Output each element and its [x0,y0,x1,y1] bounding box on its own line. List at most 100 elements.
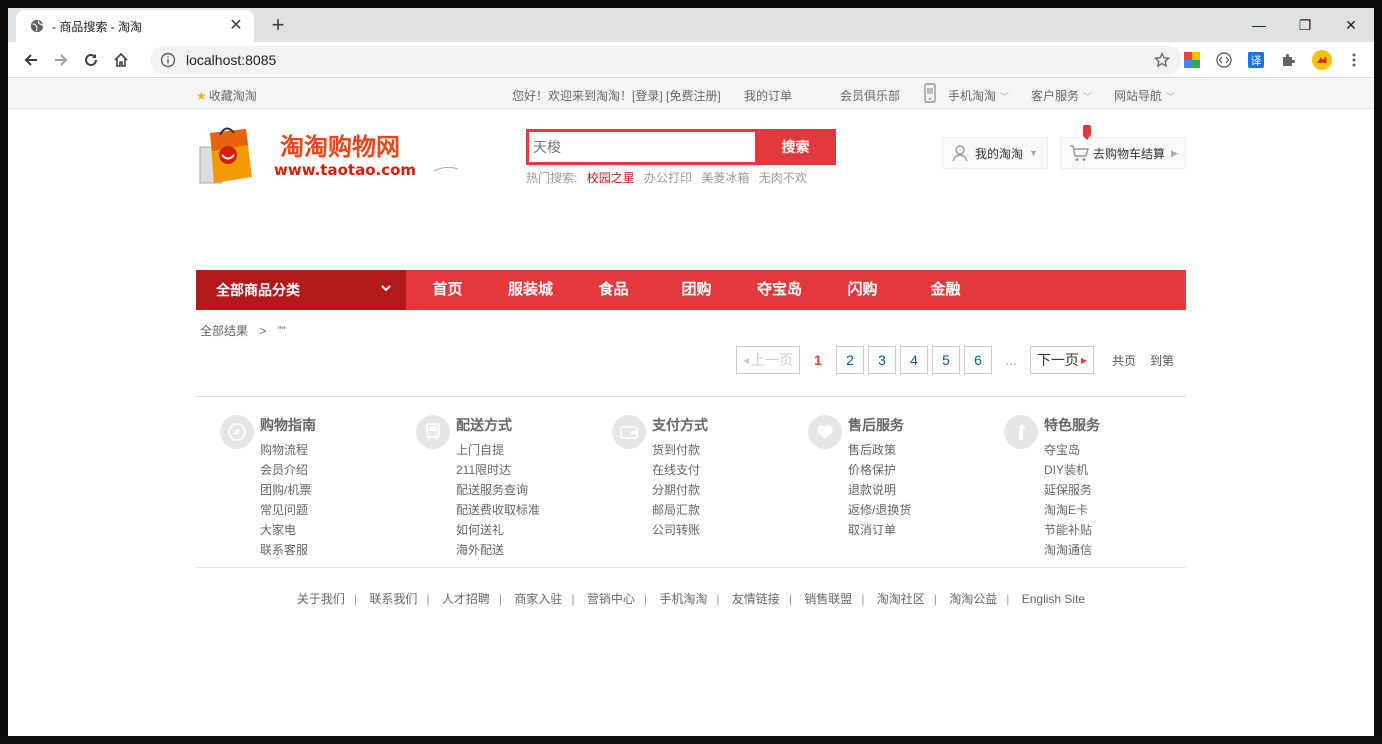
maximize-button[interactable]: ❐ [1290,14,1320,36]
guide-link[interactable]: 分期付款 [652,480,700,500]
welcome-login-register[interactable]: 您好！欢迎来到淘淘！[登录] [免费注册] [512,87,721,104]
guide-link[interactable]: 返修/退换货 [848,500,911,520]
guide-link[interactable]: 大家电 [260,520,311,540]
prev-page-button[interactable]: ◀ 上一页 [736,346,800,374]
page-number-button[interactable]: 2 [836,346,864,374]
minimize-button[interactable]: — [1244,14,1274,36]
member-club-link[interactable]: 会员俱乐部 [840,87,900,104]
guide-link[interactable]: 退款说明 [848,480,911,500]
kebab-menu-icon[interactable] [1346,52,1362,68]
guide-link[interactable]: 在线支付 [652,460,700,480]
browser-tab[interactable]: - 商品搜索 - 淘淘 ✕ [16,10,254,42]
guide-link[interactable]: 取消订单 [848,520,911,540]
hot-item[interactable]: 无肉不欢 [759,171,807,185]
address-bar[interactable]: localhost:8085 [150,46,1182,74]
extension-color-icon[interactable] [1184,52,1200,68]
guide-link[interactable]: 上门自提 [456,440,540,460]
page-number-button[interactable]: 4 [900,346,928,374]
guide-link[interactable]: 配送服务查询 [456,480,540,500]
guide-link[interactable]: 淘淘通信 [1044,540,1092,560]
tab-title: - 商品搜索 - 淘淘 [52,19,142,34]
guide-link[interactable]: 售后政策 [848,440,911,460]
nav-item-food[interactable]: 食品 [572,270,655,310]
guide-link[interactable]: 价格保护 [848,460,911,480]
breadcrumb-root[interactable]: 全部结果 [200,324,248,338]
page-number-button[interactable]: 5 [932,346,960,374]
my-orders-link[interactable]: 我的订单 [744,87,792,104]
customer-service-menu[interactable]: 客户服务 ﹀ [1031,87,1092,104]
footer-link[interactable]: 淘淘公益 [949,592,997,606]
my-taotao-button[interactable]: 我的淘淘 ▼ [942,137,1048,169]
hot-item[interactable]: 办公打印 [644,171,692,185]
guide-link[interactable]: 如何送礼 [456,520,540,540]
guide-link[interactable]: 夺宝岛 [1044,440,1092,460]
goto-page[interactable]: 到第 [1150,352,1174,369]
translate-icon[interactable]: 译 [1248,52,1264,68]
guide-link[interactable]: 邮局汇款 [652,500,700,520]
reload-button[interactable] [76,45,106,75]
hot-item[interactable]: 美菱冰箱 [701,171,749,185]
guide-link[interactable]: 配送费收取标准 [456,500,540,520]
guide-link[interactable]: 团购/机票 [260,480,311,500]
guide-link[interactable]: 海外配送 [456,540,540,560]
footer-link[interactable]: 淘淘社区 [877,592,925,606]
home-icon [114,52,128,67]
footer-separator: | [498,592,502,606]
guide-link[interactable]: 延保服务 [1044,480,1092,500]
site-nav-menu[interactable]: 网站导航 ﹀ [1114,87,1175,104]
nav-item-clothing[interactable]: 服装城 [489,270,572,310]
nav-item-treasure-island[interactable]: 夺宝岛 [738,270,821,310]
nav-item-finance[interactable]: 金融 [904,270,987,310]
user-icon [952,145,968,162]
footer-separator: | [571,592,575,606]
favorite-link[interactable]: ★ 收藏淘淘 [196,87,257,104]
mobile-taotao-menu[interactable]: 手机淘淘 ﹀ [948,87,1009,104]
footer-link[interactable]: 关于我们 [297,592,345,606]
guide-link[interactable]: 联系客服 [260,540,311,560]
guide-link[interactable]: 货到付款 [652,440,700,460]
cart-button[interactable]: 去购物车结算 ▶ [1060,137,1186,169]
back-button[interactable] [16,45,46,75]
new-tab-button[interactable]: + [266,14,290,38]
taotao-logo[interactable]: 淘淘购物网 www.taotao.com [196,125,466,189]
hot-item[interactable]: 校园之星 [587,171,635,185]
footer-link[interactable]: 手机淘淘 [659,592,707,606]
guide-link[interactable]: 会员介绍 [260,460,311,480]
home-button[interactable] [106,45,136,75]
guide-link[interactable]: DIY装机 [1044,460,1092,480]
window-close-button[interactable]: ✕ [1336,14,1366,36]
nav-item-groupbuy[interactable]: 团购 [655,270,738,310]
footer-link[interactable]: 友情链接 [732,592,780,606]
search-button[interactable]: 搜索 [755,132,833,162]
footer-link[interactable]: English Site [1022,592,1085,606]
guide-title: 购物指南 [260,417,316,433]
guide-link[interactable]: 公司转账 [652,520,700,540]
bookmark-star-icon[interactable] [1154,52,1170,68]
page-number-button[interactable]: 3 [868,346,896,374]
all-categories-menu[interactable]: 全部商品分类 [196,270,406,310]
footer-link[interactable]: 营销中心 [587,592,635,606]
search-input[interactable] [529,132,755,162]
guide-link[interactable]: 211限时达 [456,460,540,480]
avatar[interactable] [1312,50,1332,70]
footer-link[interactable]: 人才招聘 [442,592,490,606]
footer-link[interactable]: 商家入驻 [514,592,562,606]
bus-icon [416,415,450,449]
guide-link[interactable]: 常见问题 [260,500,311,520]
footer-link[interactable]: 销售联盟 [804,592,852,606]
tab-close-icon[interactable]: ✕ [228,18,244,34]
nav-item-flash-sale[interactable]: 闪购 [821,270,904,310]
next-page-button[interactable]: 下一页 ▶ [1030,346,1094,374]
puzzle-icon[interactable] [1280,52,1296,68]
nav-item-home[interactable]: 首页 [406,270,489,310]
page-number-button[interactable]: 6 [964,346,992,374]
my-taotao-label: 我的淘淘 [975,146,1024,161]
info-icon[interactable] [160,52,176,68]
guide-link[interactable]: 淘淘E卡 [1044,500,1092,520]
guide-link[interactable]: 购物流程 [260,440,311,460]
guide-link[interactable]: 节能补贴 [1044,520,1092,540]
extension-code-icon[interactable] [1216,52,1232,68]
forward-button[interactable] [46,45,76,75]
footer-link[interactable]: 联系我们 [369,592,417,606]
svg-text:译: 译 [1251,55,1262,68]
